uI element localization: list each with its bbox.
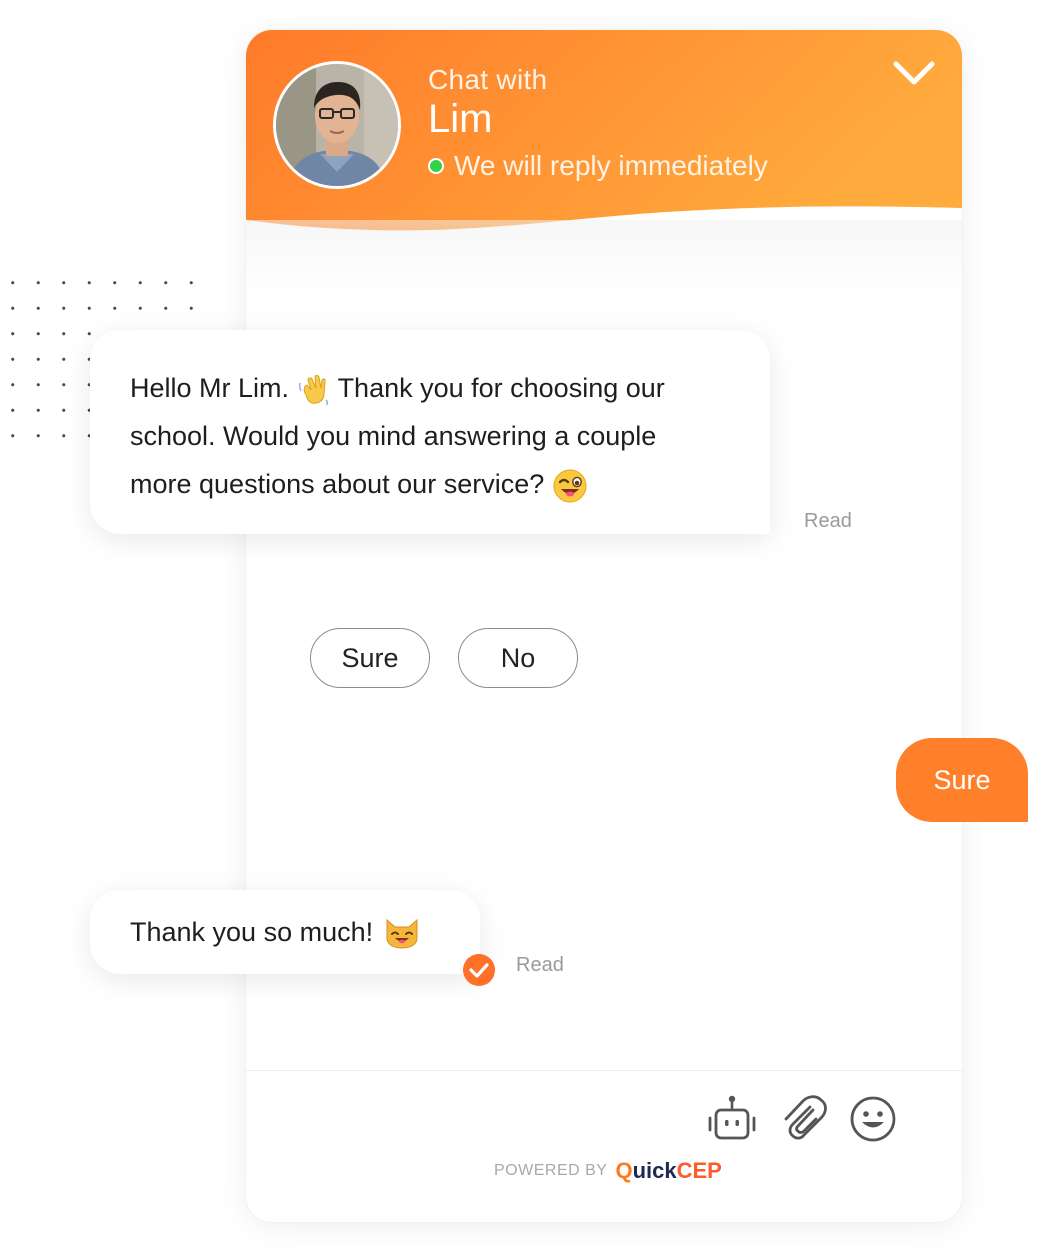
agent-name: Lim [428,97,493,141]
message-bubble-user: Sure [896,738,1028,822]
robot-icon [708,1095,756,1140]
read-check-icon [463,954,495,986]
message-line: more questions about our service? [130,460,730,508]
smiley-icon [850,1096,896,1142]
read-receipt: Read [804,510,852,532]
status-text: We will reply immediately [454,150,768,181]
bot-button[interactable] [706,1093,758,1145]
agent-avatar [273,61,401,189]
chat-header: Chat with Lim We will reply immediately [246,30,962,300]
chat-widget: Chat with Lim We will reply immediately [246,30,962,1222]
message-line: Hello Mr Lim. Thank you for choosing our [130,364,730,412]
online-status-icon [428,158,444,174]
agent-status: We will reply immediately [428,150,768,182]
quick-reply-sure[interactable]: Sure [310,628,430,688]
paperclip-icon [784,1095,827,1140]
message-bubble-welcome: Hello Mr Lim. Thank you for choosing our… [90,330,770,534]
winking-face-icon [553,469,587,503]
chevron-down-icon [893,61,935,85]
attach-button[interactable] [777,1093,829,1145]
smiling-cat-icon [386,918,418,949]
powered-by-label: POWERED BY [494,1162,608,1179]
header-shadow [246,220,962,300]
emoji-button[interactable] [847,1093,899,1145]
collapse-chat-button[interactable] [890,56,938,92]
waving-hand-icon [298,374,328,406]
chat-with-label: Chat with [428,64,548,95]
message-line: school. Would you mind answering a coupl… [130,421,657,451]
powered-by: POWERED BY QuickCEP [494,1158,722,1184]
read-receipt: Read [516,954,564,976]
composer-divider [246,1070,962,1071]
message-bubble-thanks: Thank you so much! [90,890,480,974]
quick-reply-no[interactable]: No [458,628,578,688]
chat-demo-stage: Chat with Lim We will reply immediately [0,0,1048,1252]
quickcep-logo: QuickCEP [615,1158,722,1183]
